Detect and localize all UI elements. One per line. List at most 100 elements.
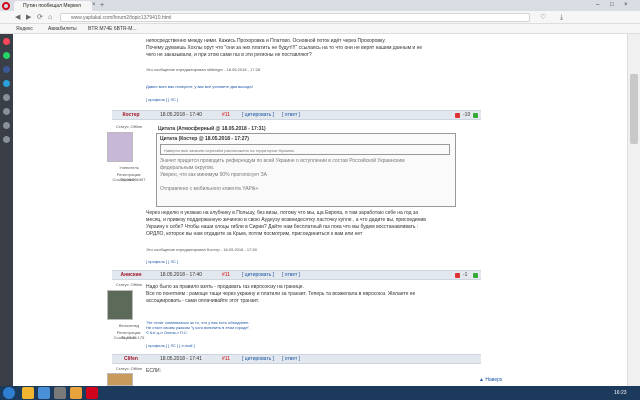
back-icon[interactable]: ◀ xyxy=(15,12,20,23)
plus-icon[interactable] xyxy=(473,113,478,118)
messenger-icon[interactable] xyxy=(3,66,10,73)
author-name[interactable]: Костер xyxy=(114,111,148,120)
reply-button[interactable]: [ ответ ] xyxy=(282,271,300,280)
post-number[interactable]: #11 xyxy=(222,355,230,364)
tab-close-icon[interactable]: × xyxy=(92,0,96,11)
bookmark-item[interactable]: BTR M74E 6BTR-M... xyxy=(88,24,137,34)
plus-icon[interactable] xyxy=(473,273,478,278)
browser-tab[interactable]: Путин пообещал Меркел xyxy=(14,1,92,11)
pm-link[interactable]: [ ЛС ] xyxy=(168,343,178,348)
post-header: Clifen 18.05.2018 - 17:41 #11 [ цитирова… xyxy=(112,354,481,364)
maximize-icon[interactable]: □ xyxy=(610,0,614,11)
heart-icon[interactable]: ♡ xyxy=(540,12,546,23)
email-link[interactable]: [ e-mail ] xyxy=(179,343,194,348)
reload-icon[interactable]: ⟳ xyxy=(37,12,43,23)
media-icon[interactable] xyxy=(54,387,66,399)
clock: 16:23 xyxy=(614,390,627,396)
reply-button[interactable]: [ ответ ] xyxy=(282,111,300,120)
signature: Давно всех вас поперепт, у вас всё учиня… xyxy=(146,84,253,89)
post-text: Через неделю я уезжаю на клубнику в Поль… xyxy=(146,210,426,237)
nested-quote-block: Наверно всю занкопе-чернозём расположено… xyxy=(160,144,450,155)
post-number[interactable]: #11 xyxy=(222,271,230,280)
nested-quote-text: Наверно всю занкопе-чернозём расположено… xyxy=(164,148,296,153)
history-icon[interactable] xyxy=(3,108,10,115)
profile-link[interactable]: [ профиль ] xyxy=(146,343,167,348)
profile-link[interactable]: [ профиль ] xyxy=(146,97,167,102)
ie-icon[interactable] xyxy=(38,387,50,399)
vk-icon[interactable] xyxy=(3,80,10,87)
start-button[interactable] xyxy=(3,387,15,399)
post-links: [ профиль ] [ ЛС ] [ e-mail ] xyxy=(146,343,195,348)
forum-page: непосредственно между ними. Кажись Прохо… xyxy=(13,34,627,386)
speed-dial-icon[interactable] xyxy=(3,38,10,45)
signature: "Не стоит сомневаться за то, что у вас е… xyxy=(146,320,251,335)
post-date: 18.05.2018 - 17:40 xyxy=(160,112,202,118)
edited-note: Это сообщение отредактировал stillenger … xyxy=(146,67,261,72)
bookmark-item[interactable]: Авиабилеты xyxy=(48,24,77,34)
new-tab-button[interactable]: + xyxy=(100,0,104,11)
avatar[interactable] xyxy=(107,373,133,386)
url-input[interactable]: www.yaplakal.com/forum2/topic1379410.htm… xyxy=(60,13,530,22)
downloads-icon[interactable] xyxy=(3,122,10,129)
scrollbar-thumb[interactable] xyxy=(630,74,638,144)
quote-button[interactable]: [ цитировать ] xyxy=(242,111,274,120)
user-status: Статус: Offline xyxy=(115,124,143,129)
minus-icon[interactable] xyxy=(455,113,460,118)
close-window-icon[interactable]: × xyxy=(624,0,628,11)
settings-icon[interactable] xyxy=(3,136,10,143)
back-to-top-link[interactable]: ▲ Наверх xyxy=(479,377,502,383)
post-text: непосредственно между ними. Кажись Прохо… xyxy=(146,38,423,58)
post-text: ЕСЛИ: xyxy=(146,368,162,374)
quote-button[interactable]: [ цитировать ] xyxy=(242,271,274,280)
quote-text: Значит придется проводить референдум по … xyxy=(160,158,405,192)
reply-button[interactable]: [ ответ ] xyxy=(282,355,300,364)
pm-link[interactable]: [ ЛС ] xyxy=(168,259,178,264)
user-status: Статус: Offline xyxy=(115,282,143,287)
tab-bar: Путин пообещал Меркел × + – □ × xyxy=(0,0,640,11)
author-name[interactable]: Анискин xyxy=(114,271,148,280)
user-rank: Ученитель xyxy=(119,165,139,170)
taskbar: 16:23 xyxy=(0,386,640,400)
address-bar: ◀ ▶ ⟳ ⌂ www.yaplakal.com/forum2/topic137… xyxy=(0,11,640,24)
opera-logo-icon[interactable] xyxy=(2,2,10,10)
whatsapp-icon[interactable] xyxy=(3,52,10,59)
quote-header: Цитата (Атмосферный @ 18.05.2018 - 17:31… xyxy=(158,126,266,132)
explorer-icon[interactable] xyxy=(22,387,34,399)
home-icon[interactable]: ⌂ xyxy=(48,12,52,23)
score: -1 xyxy=(463,272,468,278)
pm-link[interactable]: [ ЛС ] xyxy=(168,97,178,102)
post-header: Костер 18.05.2018 - 17:40 #11 [ цитирова… xyxy=(112,110,481,120)
opera-icon[interactable] xyxy=(86,387,98,399)
user-rank: Велосепед xyxy=(118,323,140,328)
minimize-icon[interactable]: – xyxy=(596,0,599,11)
post-links: [ профиль ] [ ЛС ] xyxy=(146,97,178,102)
user-message-count: Сообщений: 175 xyxy=(113,335,145,340)
bookmarks-icon[interactable] xyxy=(3,94,10,101)
post-number[interactable]: #11 xyxy=(222,111,230,120)
quote-block: Цитата (Костер @ 18.05.2018 - 17:27) Нав… xyxy=(156,133,456,207)
bookmarks-bar: Яндекс Авиабилеты BTR M74E 6BTR-M... xyxy=(0,24,640,34)
edited-note: Это сообщение отредактировал Костер - 18… xyxy=(146,247,257,252)
user-status: Статус: Offline xyxy=(115,366,143,371)
bookmark-item[interactable]: Яндекс xyxy=(16,24,33,34)
post-text: Надо было за правило взять - продавать г… xyxy=(146,284,416,304)
app-icon[interactable] xyxy=(70,387,82,399)
minus-icon[interactable] xyxy=(455,273,460,278)
user-message-count: Сообщений: 4497 xyxy=(112,177,146,182)
post-links: [ профиль ] [ ЛС ] xyxy=(146,259,178,264)
nested-quote-header: Цитата (Костер @ 18.05.2018 - 17:27) xyxy=(160,136,249,142)
post-date: 18.05.2018 - 17:40 xyxy=(160,272,202,278)
post-header: Анискин 18.05.2018 - 17:40 #11 [ цитиров… xyxy=(112,270,481,280)
quote-button[interactable]: [ цитировать ] xyxy=(242,355,274,364)
browser-sidebar xyxy=(0,34,13,386)
forward-icon[interactable]: ▶ xyxy=(26,12,31,23)
scrollbar[interactable] xyxy=(627,34,640,386)
post-date: 18.05.2018 - 17:41 xyxy=(160,356,202,362)
avatar[interactable] xyxy=(107,132,133,162)
score: -10 xyxy=(463,112,471,118)
download-icon[interactable]: ⤓ xyxy=(560,12,563,23)
author-name[interactable]: Clifen xyxy=(114,355,148,364)
avatar[interactable] xyxy=(107,290,133,320)
tab-title: Путин пообещал Меркел xyxy=(23,3,81,9)
profile-link[interactable]: [ профиль ] xyxy=(146,259,167,264)
